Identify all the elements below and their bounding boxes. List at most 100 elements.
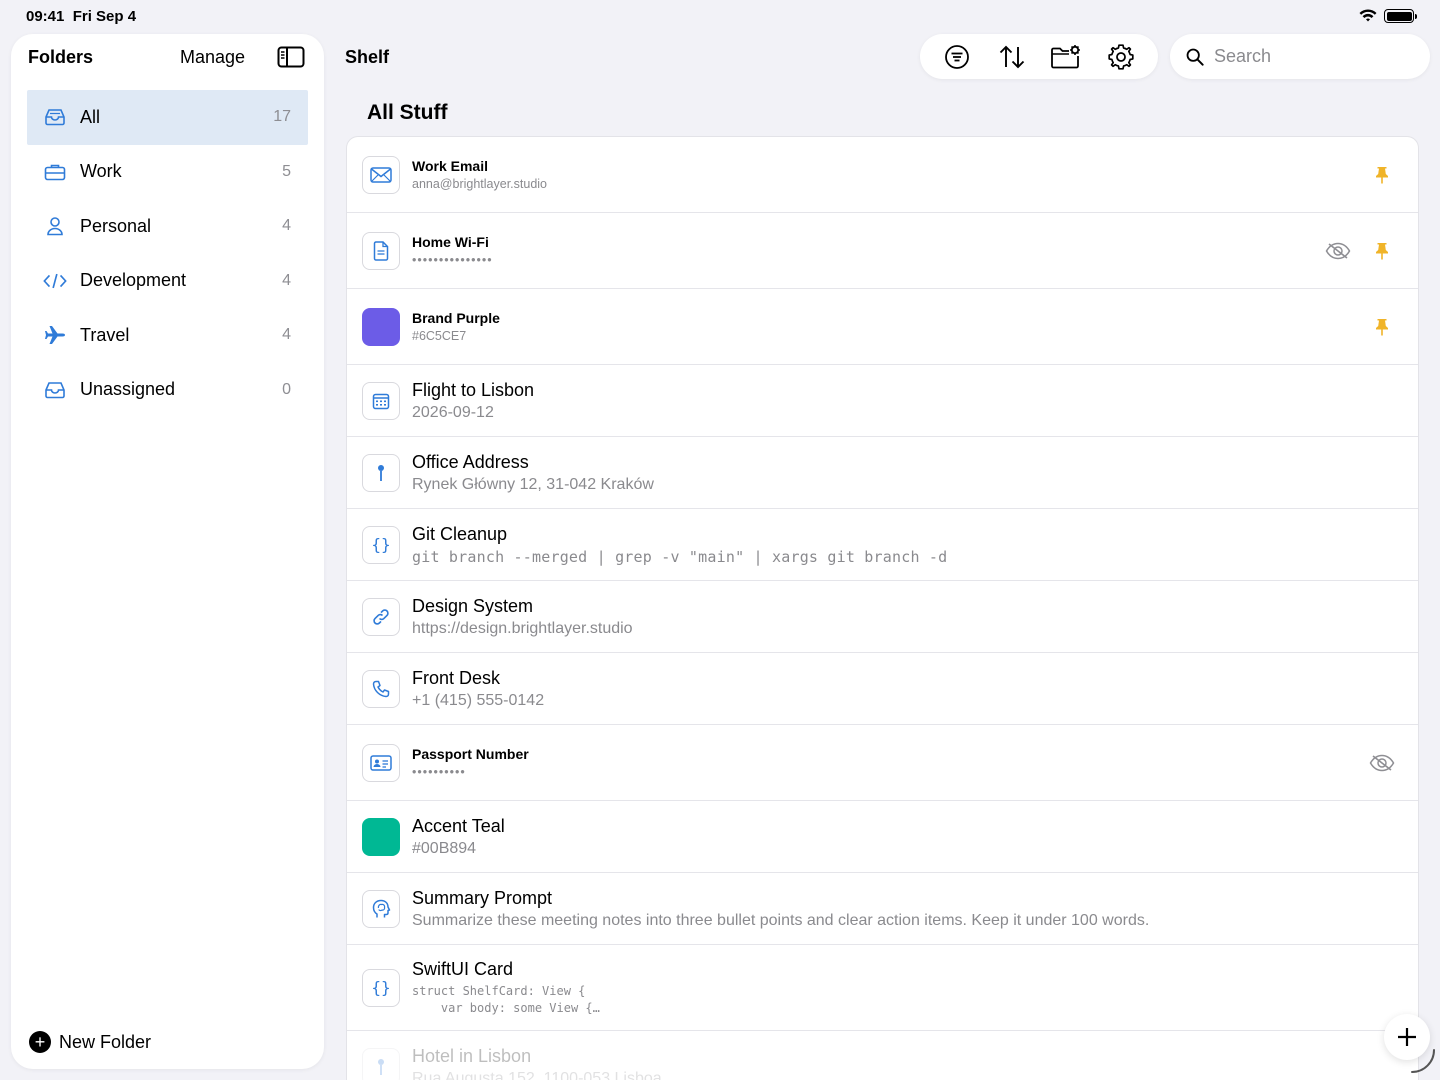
list-item[interactable]: Design System https://design.brightlayer…	[347, 581, 1418, 653]
sort-button[interactable]	[995, 40, 1029, 74]
list-item[interactable]: Accent Teal #00B894	[347, 801, 1418, 873]
eye-slash-icon	[1325, 242, 1351, 259]
item-text: Git Cleanup git branch --merged | grep -…	[412, 524, 1418, 566]
item-text: Design System https://design.brightlayer…	[412, 596, 1418, 638]
folder-settings-button[interactable]	[1049, 40, 1083, 74]
plus-icon	[1398, 1028, 1416, 1046]
status-indicators	[1359, 9, 1417, 23]
item-text: Brand Purple #6C5CE7	[412, 310, 1418, 343]
list-item[interactable]: {} Git Cleanup git branch --merged | gre…	[347, 509, 1418, 581]
list-item[interactable]: Hotel in Lisbon Rua Augusta 152, 1100-05…	[347, 1031, 1418, 1080]
item-actions	[1368, 161, 1396, 189]
color-swatch	[362, 817, 400, 856]
pin-button[interactable]	[1368, 313, 1396, 341]
new-folder-button[interactable]: + New Folder	[29, 1031, 151, 1053]
folder-settings-icon	[1051, 44, 1081, 68]
sidebar-toggle-icon[interactable]	[277, 46, 305, 68]
item-text: Flight to Lisbon 2026-09-12	[412, 380, 1418, 422]
filter-button[interactable]	[940, 40, 974, 74]
search-bar[interactable]	[1170, 34, 1430, 79]
battery-icon	[1384, 9, 1417, 23]
item-title: Hotel in Lisbon	[412, 1045, 532, 1066]
item-actions	[1368, 749, 1396, 777]
item-subtitle: Summarize these meeting notes into three…	[412, 911, 1150, 929]
reveal-button[interactable]	[1324, 237, 1352, 265]
sidebar-item-label: Travel	[80, 324, 130, 345]
item-text: Hotel in Lisbon Rua Augusta 152, 1100-05…	[412, 1046, 1418, 1080]
list-item[interactable]: Office Address Rynek Główny 12, 31-042 K…	[347, 437, 1418, 509]
brain-head-icon	[362, 889, 400, 928]
manage-button[interactable]: Manage	[180, 47, 245, 68]
item-title: Summary Prompt	[412, 887, 553, 908]
list-item[interactable]: Front Desk +1 (415) 555-0142	[347, 653, 1418, 725]
sidebar-item-work[interactable]: Work 5	[27, 145, 308, 200]
list-item[interactable]: Brand Purple #6C5CE7	[347, 289, 1418, 365]
settings-button[interactable]	[1104, 40, 1138, 74]
tray-icon	[43, 105, 67, 129]
pin-icon	[362, 453, 400, 492]
item-title: Work Email	[412, 158, 488, 174]
item-subtitle: #00B894	[412, 839, 477, 857]
sidebar-title: Folders	[28, 47, 94, 67]
sidebar-item-count: 17	[273, 108, 291, 126]
list-item[interactable]: Work Email anna@brightlayer.studio	[347, 137, 1418, 213]
item-text: Work Email anna@brightlayer.studio	[412, 158, 1418, 191]
sidebar: Folders Manage All 17 Work 5 Personal 4 …	[11, 34, 324, 1069]
calendar-icon	[362, 381, 400, 420]
document-icon	[362, 231, 400, 270]
item-title: Office Address	[412, 451, 529, 472]
item-title: Design System	[412, 595, 534, 616]
gear-icon	[1108, 43, 1134, 70]
item-title: SwiftUI Card	[412, 958, 514, 979]
list-item[interactable]: Passport Number ••••••••••	[347, 725, 1418, 801]
reveal-button[interactable]	[1368, 749, 1396, 777]
search-input[interactable]	[1214, 46, 1414, 67]
list-item[interactable]: Flight to Lisbon 2026-09-12	[347, 365, 1418, 437]
item-subtitle: Rua Augusta 152, 1100-053 Lisboa	[412, 1069, 662, 1080]
item-title: Git Cleanup	[412, 523, 508, 544]
briefcase-icon	[43, 160, 67, 184]
phone-icon	[362, 669, 400, 708]
sidebar-item-travel[interactable]: Travel 4	[27, 308, 308, 363]
item-actions	[1324, 237, 1396, 265]
sidebar-item-label: All	[80, 106, 101, 127]
list-item[interactable]: Summary Prompt Summarize these meeting n…	[347, 873, 1418, 945]
item-title: Flight to Lisbon	[412, 379, 535, 400]
status-date: Fri Sep 4	[72, 8, 137, 25]
sidebar-header: Folders Manage	[11, 34, 324, 80]
item-subtitle: https://design.brightlayer.studio	[412, 619, 633, 637]
sidebar-item-label: Personal	[80, 215, 152, 236]
resize-grip-icon[interactable]	[1410, 1048, 1436, 1074]
person-icon	[43, 214, 67, 238]
sidebar-item-count: 4	[282, 271, 291, 289]
id-card-icon	[362, 743, 400, 782]
list-item[interactable]: Home Wi-Fi •••••••••••••••	[347, 213, 1418, 289]
sidebar-item-personal[interactable]: Personal 4	[27, 199, 308, 254]
sidebar-item-count: 5	[282, 162, 291, 180]
item-subtitle: #6C5CE7	[412, 329, 467, 343]
item-text: Passport Number ••••••••••	[412, 746, 1418, 779]
item-subtitle: 2026-09-12	[412, 403, 494, 421]
sidebar-item-label: Work	[80, 161, 122, 182]
plus-circle-icon: +	[29, 1031, 51, 1053]
pin-button[interactable]	[1368, 161, 1396, 189]
status-time: 09:41 Fri Sep 4	[26, 8, 137, 25]
item-subtitle: git branch --merged | grep -v "main" | x…	[412, 547, 948, 566]
item-subtitle: ••••••••••	[412, 765, 466, 779]
envelope-icon	[362, 155, 400, 194]
item-subtitle: struct ShelfCard: View { var body: some …	[412, 983, 600, 1015]
sidebar-item-count: 4	[282, 326, 291, 344]
folder-list: All 17 Work 5 Personal 4 Development 4 T…	[27, 90, 308, 417]
sidebar-item-unassigned[interactable]: Unassigned 0	[27, 363, 308, 418]
item-title: Passport Number	[412, 746, 529, 762]
braces-icon: {}	[362, 968, 400, 1007]
sidebar-item-all[interactable]: All 17	[27, 90, 308, 145]
pin-icon	[362, 1047, 400, 1080]
item-text: Home Wi-Fi •••••••••••••••	[412, 234, 1418, 267]
new-folder-label: New Folder	[59, 1031, 152, 1052]
item-list: Work Email anna@brightlayer.studio Home …	[346, 136, 1419, 1080]
pushpin-icon	[1376, 318, 1388, 336]
list-item[interactable]: {} SwiftUI Card struct ShelfCard: View {…	[347, 945, 1418, 1031]
sidebar-item-development[interactable]: Development 4	[27, 254, 308, 309]
pin-button[interactable]	[1368, 237, 1396, 265]
